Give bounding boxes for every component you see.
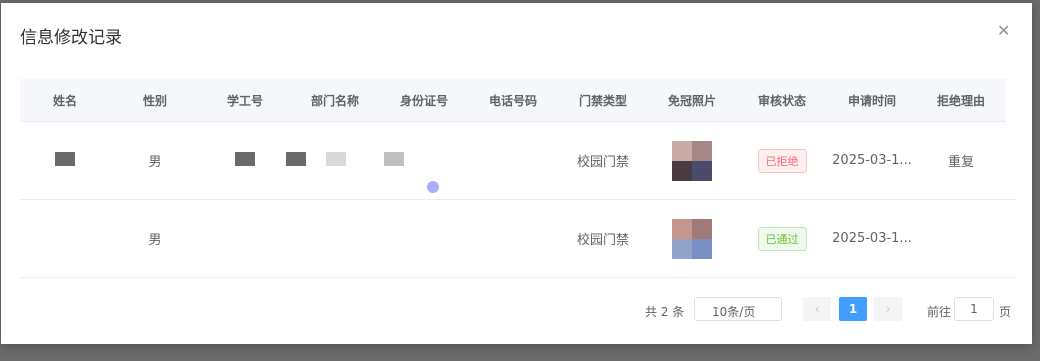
table-header: 姓名 性别 学工号 部门名称 身份证号 电话号码 门禁类型 免冠照片 审核状态 … <box>20 79 1006 122</box>
student-id-cell-redacted <box>200 151 290 170</box>
page-size-select[interactable]: 10条/页 ⌄ <box>694 297 782 321</box>
col-gender: 性别 <box>142 93 167 108</box>
col-id-number: 身份证号 <box>399 93 448 108</box>
reject-reason-cell: 重复 <box>947 155 974 170</box>
cursor-indicator <box>427 181 439 193</box>
apply-time-cell: 2025-03-1... <box>832 153 912 168</box>
access-type-cell: 校园门禁 <box>576 155 629 170</box>
gender-cell: 男 <box>148 155 162 170</box>
id-number-cell-redacted <box>380 151 468 170</box>
col-apply-time: 申请时间 <box>847 93 896 108</box>
record-dialog: 信息修改记录 ✕ 姓名 性别 学工号 部门名称 身份证号 电话号码 门禁类型 免… <box>1 3 1032 344</box>
photo-thumbnail[interactable] <box>648 218 736 259</box>
chevron-down-icon: ⌄ <box>712 302 721 313</box>
page-number-button[interactable]: 1 <box>839 297 867 321</box>
photo-thumbnail[interactable] <box>648 140 736 181</box>
goto-page-input[interactable]: 1 <box>954 297 994 321</box>
pagination: 共 2 条 10条/页 ⌄ ‹ 1 › 前往 1 页 <box>1 297 1032 323</box>
col-photo: 免冠照片 <box>667 93 716 108</box>
table-row[interactable]: 男 校园门禁 已通过 2025-03-1... <box>20 200 1016 278</box>
access-type-cell: 校园门禁 <box>576 233 629 248</box>
total-count: 共 2 条 <box>645 305 685 319</box>
status-badge: 已通过 <box>736 226 828 251</box>
apply-time-cell: 2025-03-1... <box>832 231 912 246</box>
col-name: 姓名 <box>52 93 77 108</box>
dialog-title: 信息修改记录 <box>20 28 122 48</box>
gender-cell: 男 <box>148 233 162 248</box>
name-cell-redacted <box>20 151 110 170</box>
department-cell-redacted <box>286 151 380 170</box>
col-phone: 电话号码 <box>488 93 537 108</box>
close-icon[interactable]: ✕ <box>997 21 1010 40</box>
goto-label: 前往 <box>927 305 952 319</box>
goto-suffix: 页 <box>999 305 1012 319</box>
col-access-type: 门禁类型 <box>578 93 627 108</box>
status-badge: 已拒绝 <box>736 148 828 173</box>
records-table: 姓名 性别 学工号 部门名称 身份证号 电话号码 门禁类型 免冠照片 审核状态 … <box>20 79 1016 278</box>
col-status: 审核状态 <box>757 93 806 108</box>
col-student-id: 学工号 <box>226 93 263 108</box>
prev-page-button[interactable]: ‹ <box>803 297 831 321</box>
table-row[interactable]: 男 校园门禁 已拒绝 2025-03-1... 重复 <box>20 122 1016 200</box>
next-page-button[interactable]: › <box>874 297 902 321</box>
col-department: 部门名称 <box>310 93 359 108</box>
col-reject-reason: 拒绝理由 <box>936 93 985 108</box>
